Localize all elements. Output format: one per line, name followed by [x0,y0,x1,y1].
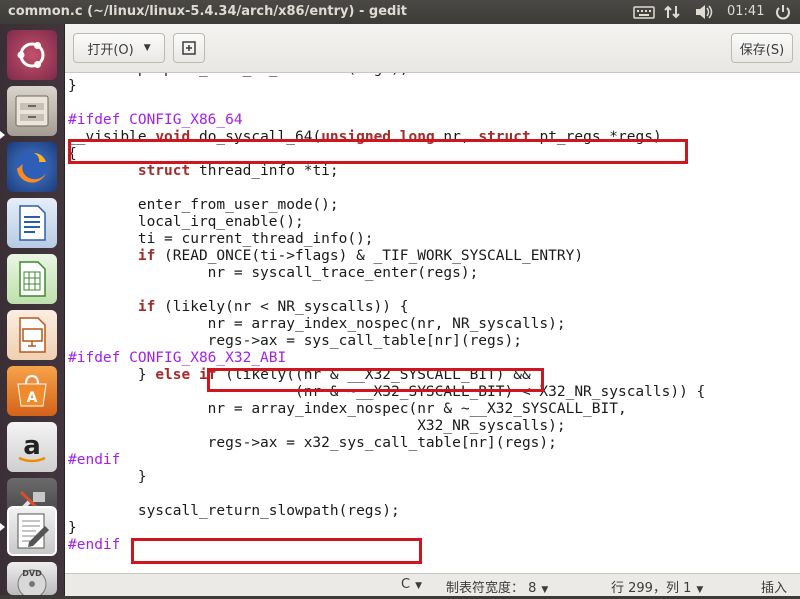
highlight-box-syscall-table-call [207,368,544,392]
header-bar: 打开(O) ▼ 保存(S) [65,24,800,73]
code-line[interactable]: nr = syscall_trace_enter(regs); [68,265,705,282]
svg-text:DVD: DVD [22,569,42,578]
insert-mode[interactable]: 插入 [761,577,787,596]
launcher-active-indicator [0,523,5,531]
code-line[interactable]: nr = array_index_nospec(nr & ~__X32_SYSC… [68,401,705,418]
new-tab-button[interactable] [173,33,205,63]
code-line[interactable]: #ifdef CONFIG_X86_X32_ABI [68,350,705,367]
code-line[interactable]: regs->ax = x32_sys_call_table[nr](regs); [68,435,705,452]
chevron-down-icon: ▼ [143,43,151,53]
code-line[interactable]: ti = current_thread_info(); [68,231,705,248]
files-icon[interactable] [7,86,57,136]
save-button[interactable]: 保存(S) [731,33,793,63]
ubuntu-dash-icon[interactable] [7,30,57,80]
code-line[interactable] [68,282,705,299]
volume-icon[interactable] [694,3,714,21]
cursor-position[interactable]: 行 299，列 1 ▼ [611,577,703,596]
language-selector[interactable]: C ▼ [401,577,422,592]
code-line[interactable]: if (READ_ONCE(ti->flags) & _TIF_WORK_SYS… [68,248,705,265]
svg-text:A: A [27,390,38,406]
gedit-window: 打开(O) ▼ 保存(S) prepare_exit_to_usermode(r… [65,24,800,596]
gedit-icon[interactable] [7,506,57,556]
launcher-active-indicator [0,131,5,139]
amazon-icon[interactable]: a [7,422,57,472]
calc-icon[interactable] [7,254,57,304]
code-line[interactable]: } [68,520,705,537]
tab-width-label: 制表符宽度： 8 [446,581,537,596]
code-line[interactable] [68,486,705,503]
code-line[interactable]: syscall_return_slowpath(regs); [68,503,705,520]
chevron-down-icon: ▼ [415,581,422,591]
code-line[interactable]: X32_NR_syscalls); [68,418,705,435]
top-panel: common.c (~/linux/linux-5.4.34/arch/x86/… [0,0,800,24]
code-line[interactable]: #ifdef CONFIG_X86_64 [68,112,705,129]
writer-icon[interactable] [7,198,57,248]
code-line[interactable]: if (likely(nr < NR_syscalls)) { [68,299,705,316]
code-line[interactable]: nr = array_index_nospec(nr, NR_syscalls)… [68,316,705,333]
window-title: common.c (~/linux/linux-5.4.34/arch/x86/… [8,4,408,19]
network-icon[interactable] [663,3,681,21]
keyboard-icon[interactable] [633,3,655,21]
code-line[interactable]: enter_from_user_mode(); [68,197,705,214]
clock[interactable]: 01:41 [727,4,764,22]
code-line[interactable] [68,180,705,197]
code-line[interactable]: #endif [68,452,705,469]
new-document-icon [182,41,196,55]
code-line[interactable]: regs->ax = sys_call_table[nr](regs); [68,333,705,350]
power-icon[interactable] [774,3,792,21]
code-line[interactable]: local_irq_enable(); [68,214,705,231]
code-line[interactable]: } [68,78,705,95]
code-editor[interactable]: prepare_exit_to_usermode(regs);} #ifdef … [65,73,800,573]
software-center-icon[interactable]: A [7,366,57,416]
code-line[interactable] [68,95,705,112]
chevron-down-icon: ▼ [696,585,704,595]
code-line[interactable]: struct thread_info *ti; [68,163,705,180]
language-label: C [401,577,411,592]
svg-text:a: a [23,431,41,461]
highlight-box-return-slowpath [131,538,422,564]
tab-width-selector[interactable]: 制表符宽度： 8 ▼ [446,577,548,596]
launcher: A a DVD [0,24,65,599]
highlight-box-function-signature [68,139,688,164]
save-button-label: 保存(S) [739,42,785,58]
status-bar: C ▼ 制表符宽度： 8 ▼ 行 299，列 1 ▼ 插入 [65,573,800,596]
open-button[interactable]: 打开(O) ▼ [73,33,165,63]
impress-icon[interactable] [7,310,57,360]
cursor-position-label: 行 299，列 1 [611,581,692,596]
open-button-label: 打开(O) [87,42,134,58]
code-line[interactable]: } [68,469,705,486]
chevron-down-icon: ▼ [541,585,549,595]
dvd-icon[interactable]: DVD [7,562,57,599]
firefox-icon[interactable] [7,142,57,192]
